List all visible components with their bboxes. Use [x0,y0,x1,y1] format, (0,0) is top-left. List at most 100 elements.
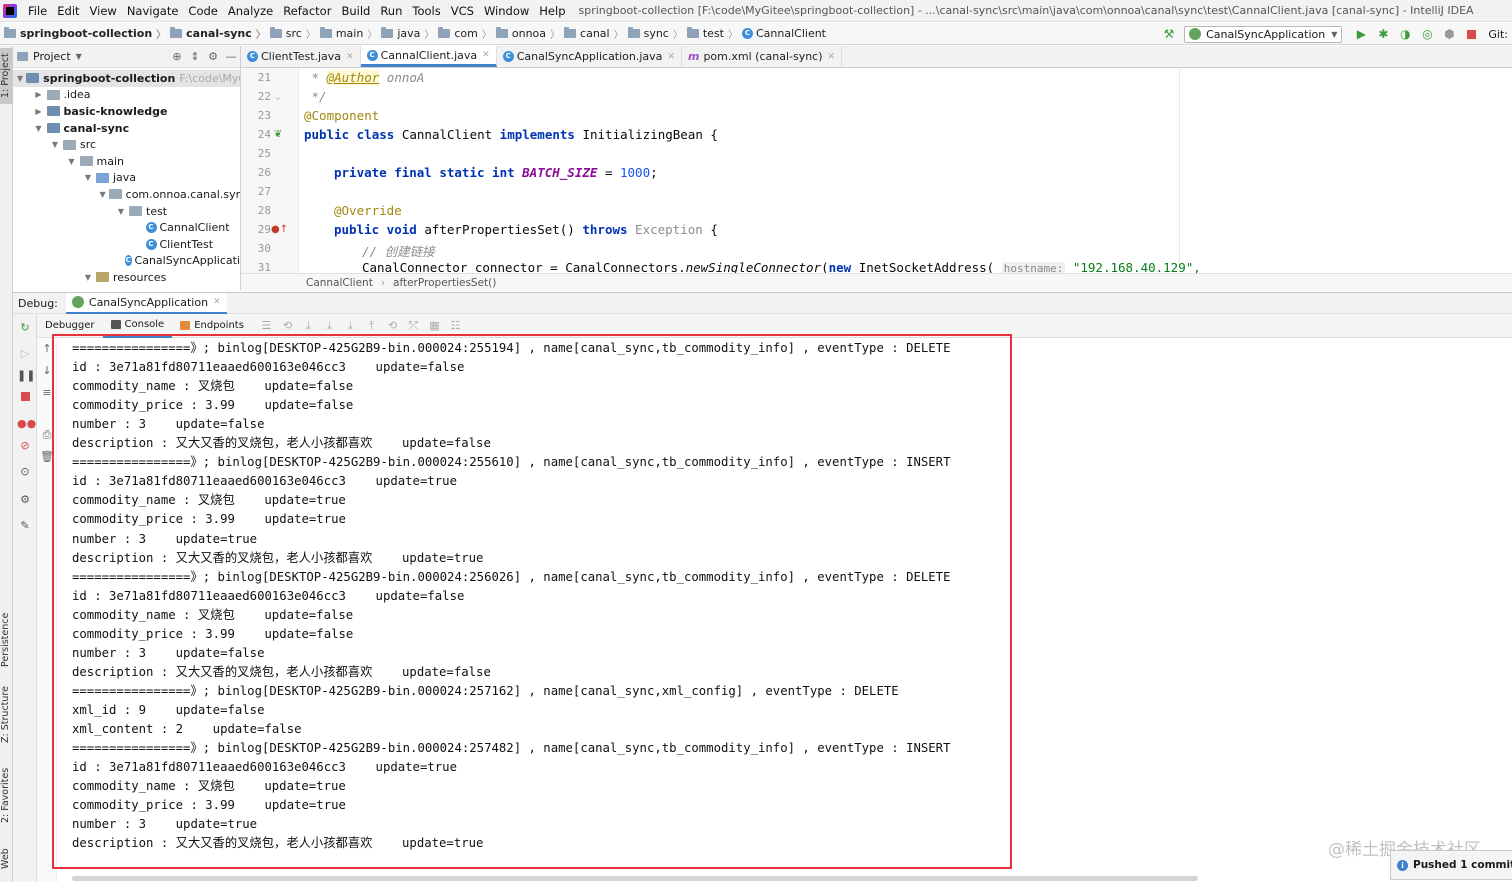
menu-analyze[interactable]: Analyze [223,4,278,18]
scroll-up-icon[interactable]: ↑ [40,342,54,355]
chevron-down-icon[interactable]: ▼ [76,52,82,61]
coverage-icon[interactable]: ◑ [1397,26,1413,42]
tree-item[interactable]: ▼ test [13,203,240,220]
camera-icon[interactable]: ⊙ [17,464,33,480]
debug-session-tab[interactable]: CanalSyncApplication ✕ [65,292,227,314]
tree-item[interactable]: C CannalClient [13,219,240,236]
clear-console-icon[interactable]: 🗑 [40,450,54,463]
evaluate-expression-icon[interactable]: ▦ [424,319,445,333]
run-icon[interactable]: ▶ [1353,26,1369,42]
code-area[interactable]: * @Author onnoA */ @Component public cla… [304,68,1512,273]
run-to-cursor-icon[interactable]: ⤲ [403,319,424,333]
tree-item[interactable]: ▼ springboot-collectionF:\code\MyGitee [13,70,240,87]
menu-tools[interactable]: Tools [407,4,445,18]
tree-item[interactable]: ▶ .idea [13,87,240,104]
expand-arrow-icon[interactable]: ▼ [67,157,77,166]
step-out-icon[interactable]: ⤒ [361,319,382,333]
mute-breakpoints-icon[interactable]: ⊘ [17,438,33,454]
editor-tab[interactable]: C CannalClient.java ✕ [360,46,497,67]
breadcrumb-item[interactable]: sync 〉 [627,26,683,41]
trace-icon[interactable]: ☷ [445,319,466,333]
tree-item[interactable]: ▼ src [13,136,240,153]
breadcrumb-item[interactable]: test 〉 [686,26,738,41]
console-output[interactable]: ================》; binlog[DESKTOP-425G2B… [57,338,1512,882]
menu-help[interactable]: Help [534,4,570,18]
breadcrumb-method[interactable]: afterPropertiesSet() [393,277,496,289]
profile-icon[interactable]: ◎ [1419,26,1435,42]
menu-refactor[interactable]: Refactor [278,4,336,18]
menu-code[interactable]: Code [183,4,222,18]
menu-vcs[interactable]: VCS [446,4,479,18]
editor-tab[interactable]: C ClientTest.java ✕ [241,46,361,67]
tool-tab-project[interactable]: 1: Project [0,48,13,104]
spring-bean-gutter-icon[interactable]: ❦ [271,129,285,140]
breadcrumb-item[interactable]: main 〉 [319,26,377,41]
step-into-icon[interactable]: ⤓ [319,319,340,333]
tree-item[interactable]: C ClientTest [13,236,240,253]
menu-edit[interactable]: Edit [52,4,84,18]
menu-build[interactable]: Build [336,4,375,18]
tool-tab-web[interactable]: Web [0,842,13,876]
scroll-down-icon[interactable]: ↓ [40,364,54,377]
soft-wrap-icon[interactable]: ≡ [40,386,54,399]
build-hammer-icon[interactable]: ⚒ [1161,26,1177,42]
editor-tab[interactable]: C CanalSyncApplication.java ✕ [497,46,682,67]
minimize-icon[interactable]: — [222,50,240,63]
breadcrumb-item[interactable]: onnoa 〉 [495,26,560,41]
gear-icon[interactable]: ⚙ [204,50,222,63]
locate-icon[interactable]: ⊕ [168,50,186,63]
run-config-selector[interactable]: CanalSyncApplication ▼ [1184,25,1343,43]
close-icon[interactable]: ✕ [482,50,490,60]
close-icon[interactable]: ✕ [828,52,836,62]
breadcrumb-item[interactable]: C CannalClient [741,27,826,40]
menu-view[interactable]: View [85,4,122,18]
pause-icon[interactable]: ❚❚ [17,368,35,384]
breadcrumb-item[interactable]: java 〉 [381,26,434,41]
code-editor[interactable]: 21 22 23 24 25 26 27 28 29 30 31 ⌄ ❦ ●↑ * @Author … [241,68,1512,273]
tree-item[interactable]: ▼ resources [13,269,240,286]
expand-arrow-icon[interactable]: ▼ [83,173,93,182]
restore-layout-icon[interactable]: ☰ [256,319,277,333]
print-icon[interactable]: ⎙ [40,428,54,442]
menu-navigate[interactable]: Navigate [122,4,184,18]
drop-frame-icon[interactable]: ⟲ [382,319,403,333]
menu-run[interactable]: Run [375,4,407,18]
rerun-icon[interactable]: ↻ [17,320,33,336]
fold-marker-icon[interactable]: ⌄ [271,92,285,103]
project-view-selector[interactable]: Project [33,50,71,63]
stop-icon[interactable] [1463,26,1479,42]
breadcrumb-item[interactable]: springboot-collection 〉 [4,26,166,41]
tree-item[interactable]: C CanalSyncApplicati [13,253,240,270]
stop-icon[interactable] [17,390,33,406]
tree-item[interactable]: ▶ basic-knowledge [13,103,240,120]
collapse-arrow-icon[interactable]: ▶ [34,90,44,99]
pin-icon[interactable]: ✎ [17,518,33,534]
override-gutter-icon[interactable]: ●↑ [271,224,288,235]
expand-arrow-icon[interactable]: ▼ [17,74,23,83]
force-step-into-icon[interactable]: ⤓ [340,319,361,333]
step-over-icon[interactable]: ⤓ [298,319,319,333]
settings-icon[interactable]: ⚙ [17,492,33,508]
horizontal-scrollbar[interactable] [72,876,1198,881]
breadcrumb-item[interactable]: canal-sync 〉 [170,26,266,41]
close-icon[interactable]: ✕ [346,52,354,62]
expand-arrow-icon[interactable]: ▼ [83,273,93,282]
editor-tab[interactable]: m pom.xml (canal-sync) ✕ [682,46,843,67]
tool-tab-persistence[interactable]: Persistence [0,606,13,674]
tab-debugger[interactable]: Debugger [37,314,103,338]
debug-icon[interactable]: ✱ [1375,26,1391,42]
git-push-notification[interactable]: i Pushed 1 commit to [1390,850,1512,880]
breadcrumb-item[interactable]: com 〉 [438,26,492,41]
expand-arrow-icon[interactable]: ▼ [116,207,126,216]
menu-file[interactable]: File [23,4,52,18]
breadcrumb-item[interactable]: src 〉 [269,26,316,41]
tree-item[interactable]: ▼ canal-sync [13,120,240,137]
tab-endpoints[interactable]: Endpoints [172,314,252,338]
tab-console[interactable]: Console [102,314,173,338]
view-breakpoints-icon[interactable]: ●● [17,416,36,432]
close-icon[interactable]: ✕ [667,52,675,62]
tree-item[interactable]: ▼ main [13,153,240,170]
collapse-arrow-icon[interactable]: ▶ [34,107,44,116]
resume-icon[interactable]: ▷ [17,346,33,362]
menu-window[interactable]: Window [479,4,534,18]
